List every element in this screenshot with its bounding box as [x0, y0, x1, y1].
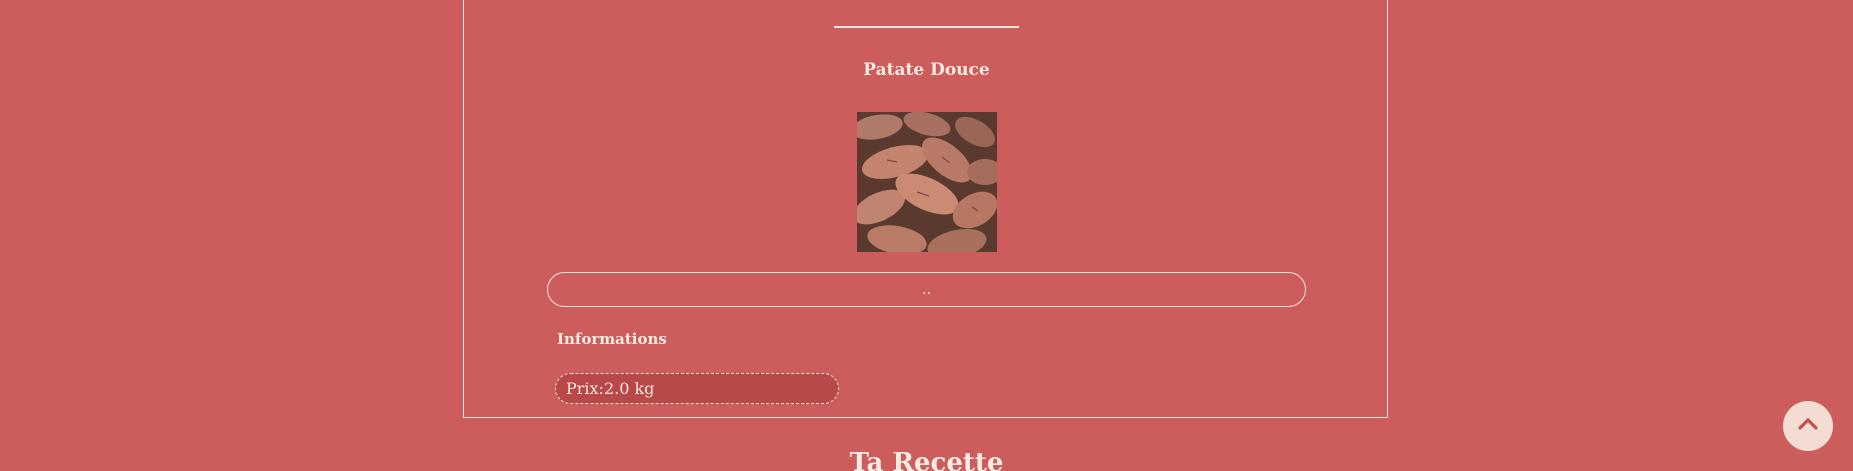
product-title: Patate Douce: [863, 60, 990, 80]
chevron-up-icon: [1796, 412, 1820, 440]
scroll-to-top-button[interactable]: [1783, 401, 1833, 451]
divider: [834, 26, 1019, 28]
description-pill: ..: [547, 272, 1306, 307]
price-badge: Prix:2.0 kg: [555, 373, 839, 404]
info-heading: Informations: [557, 330, 667, 348]
product-image: [857, 112, 997, 252]
page: Patate Douce .. Informations Prix:2.0 kg…: [0, 0, 1853, 471]
recipe-title: Ta Recette: [849, 448, 1004, 471]
